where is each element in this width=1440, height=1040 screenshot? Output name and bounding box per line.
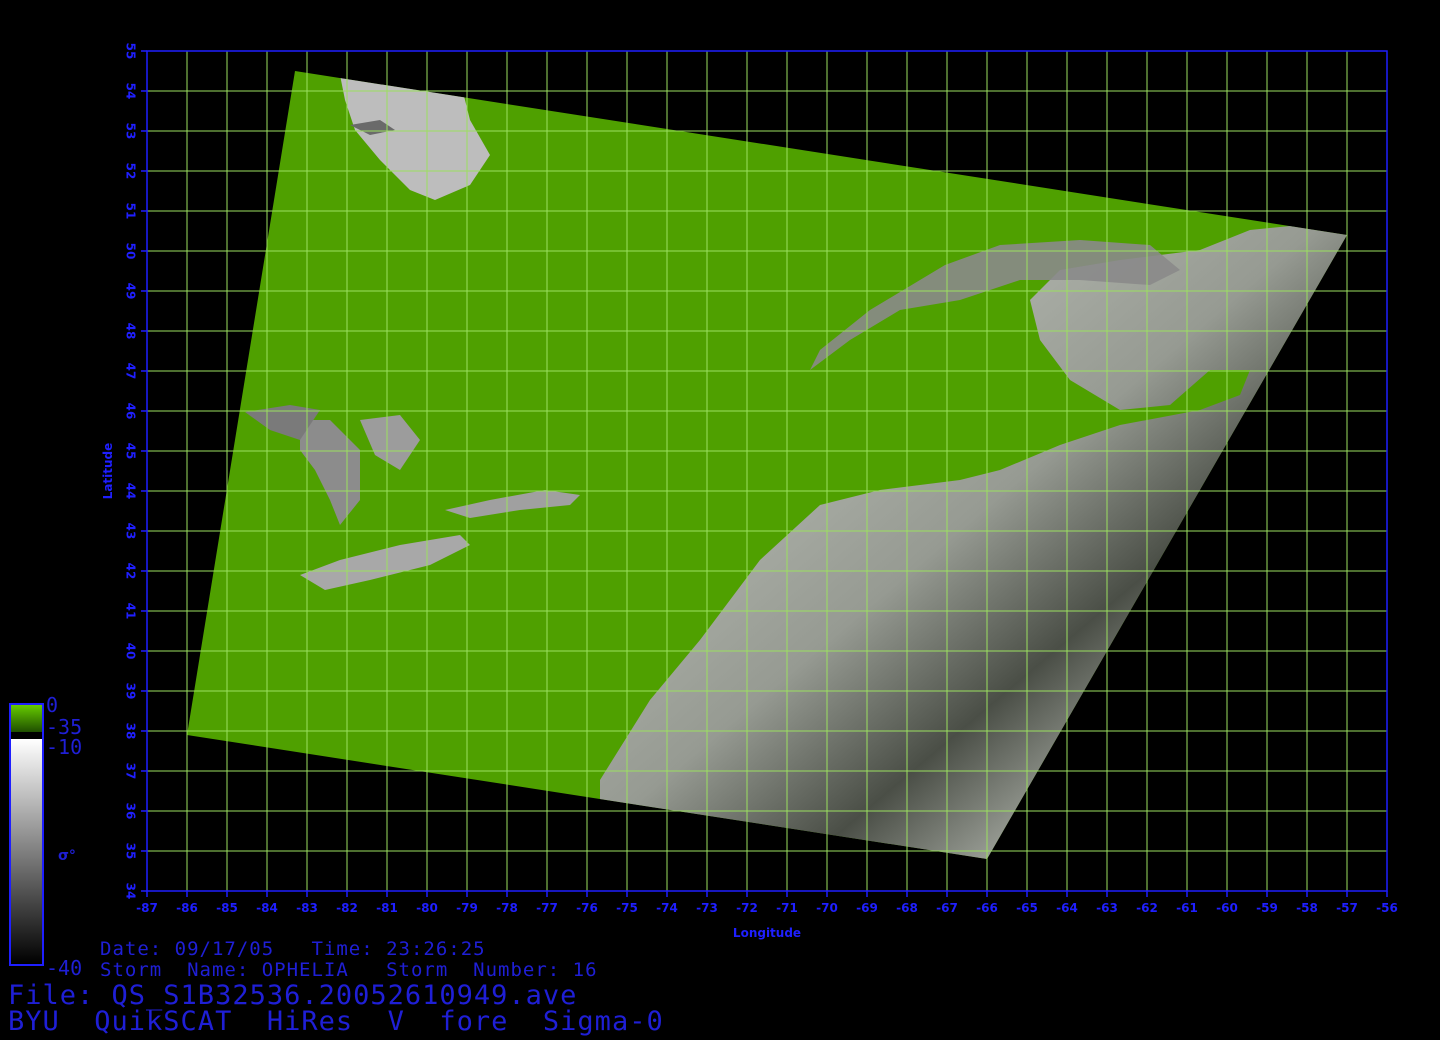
lat-tick-label: 52: [124, 163, 138, 180]
lat-tick-label: 51: [124, 203, 138, 220]
swath-imagery: [187, 71, 1347, 859]
lon-tick-label: -77: [536, 901, 558, 915]
lon-tick-label: -79: [456, 901, 478, 915]
lat-tick-label: 34: [124, 883, 138, 900]
lon-tick-label: -68: [896, 901, 918, 915]
lon-tick-label: -81: [376, 901, 398, 915]
lon-tick-label: -84: [256, 901, 278, 915]
lon-tick-label: -71: [776, 901, 798, 915]
lat-tick-label: 44: [124, 483, 138, 500]
lon-tick-label: -86: [176, 901, 198, 915]
colorbar-gray-section: [11, 739, 42, 964]
storm-info-line: Storm Name: OPHELIA Storm Number: 16: [100, 959, 598, 981]
lat-tick-label: 41: [124, 603, 138, 620]
lat-tick-label: 36: [124, 803, 138, 820]
lon-tick-label: -72: [736, 901, 758, 915]
lon-tick-label: -61: [1176, 901, 1198, 915]
lat-tick-label: 50: [124, 243, 138, 260]
lat-tick-label: 55: [124, 43, 138, 60]
lon-tick-label: -69: [856, 901, 878, 915]
lat-tick-label: 42: [124, 563, 138, 580]
lon-tick-label: -58: [1296, 901, 1318, 915]
x-axis-label: Longitude: [733, 926, 801, 940]
date-time-line: Date: 09/17/05 Time: 23:26:25: [100, 938, 486, 960]
lon-tick-label: -67: [936, 901, 958, 915]
colorbar-symbol: σ°: [58, 848, 76, 864]
lon-tick-label: -74: [656, 901, 678, 915]
lon-tick-label: -75: [616, 901, 638, 915]
lon-tick-label: -73: [696, 901, 718, 915]
colorbar-black-band: [11, 732, 42, 739]
lat-tick-label: 46: [124, 403, 138, 420]
lon-tick-label: -76: [576, 901, 598, 915]
lon-tick-label: -64: [1056, 901, 1078, 915]
y-axis-label: Latitude: [101, 443, 115, 500]
lon-tick-label: -59: [1256, 901, 1278, 915]
colorbar-gray-top-label: -10: [46, 735, 82, 759]
lat-tick-label: 43: [124, 523, 138, 540]
lat-tick-label: 48: [124, 323, 138, 340]
lon-tick-label: -82: [336, 901, 358, 915]
lat-tick-label: 54: [124, 83, 138, 100]
lon-tick-label: -60: [1216, 901, 1238, 915]
latitude-tick-labels: 34 35 36 37 38 39 40 41 42 43 44 45 46 47 48 49 50 51 52 53…: [124, 43, 138, 900]
lat-tick-label: 53: [124, 123, 138, 140]
lon-tick-label: -78: [496, 901, 518, 915]
lon-tick-label: -65: [1016, 901, 1038, 915]
lat-tick-label: 37: [124, 763, 138, 780]
lon-tick-label: -87: [136, 901, 158, 915]
lon-tick-label: -80: [416, 901, 438, 915]
lat-tick-label: 35: [124, 843, 138, 860]
colorbar-top-label: 0: [46, 693, 58, 717]
longitude-tick-labels: -87 -86 -85 -84 -83 -82 -81 -80 -79 -78 -77 -76 -75 -…: [136, 901, 1398, 915]
lat-tick-label: 40: [124, 643, 138, 660]
product-title-line: BYU QuikSCAT HiRes V fore Sigma-0: [8, 1006, 664, 1037]
lon-tick-label: -83: [296, 901, 318, 915]
lon-tick-label: -85: [216, 901, 238, 915]
sigma0-map: -87 -86 -85 -84 -83 -82 -81 -80 -79 -78 -77 -76 -75 -…: [9, 43, 1398, 980]
lat-tick-label: 38: [124, 723, 138, 740]
lat-tick-label: 49: [124, 283, 138, 300]
lon-tick-label: -70: [816, 901, 838, 915]
lat-tick-label: 45: [124, 443, 138, 460]
colorbar-bottom-label: -40: [46, 956, 82, 980]
colorbar-green-section: [11, 705, 42, 732]
lon-tick-label: -63: [1096, 901, 1118, 915]
lon-tick-label: -62: [1136, 901, 1158, 915]
lat-tick-label: 47: [124, 363, 138, 380]
lon-tick-label: -66: [976, 901, 998, 915]
lat-tick-label: 39: [124, 683, 138, 700]
lon-tick-label: -57: [1336, 901, 1358, 915]
lon-tick-label: -56: [1376, 901, 1398, 915]
colorbar: 0 -35 -10 -40 σ°: [9, 693, 82, 980]
